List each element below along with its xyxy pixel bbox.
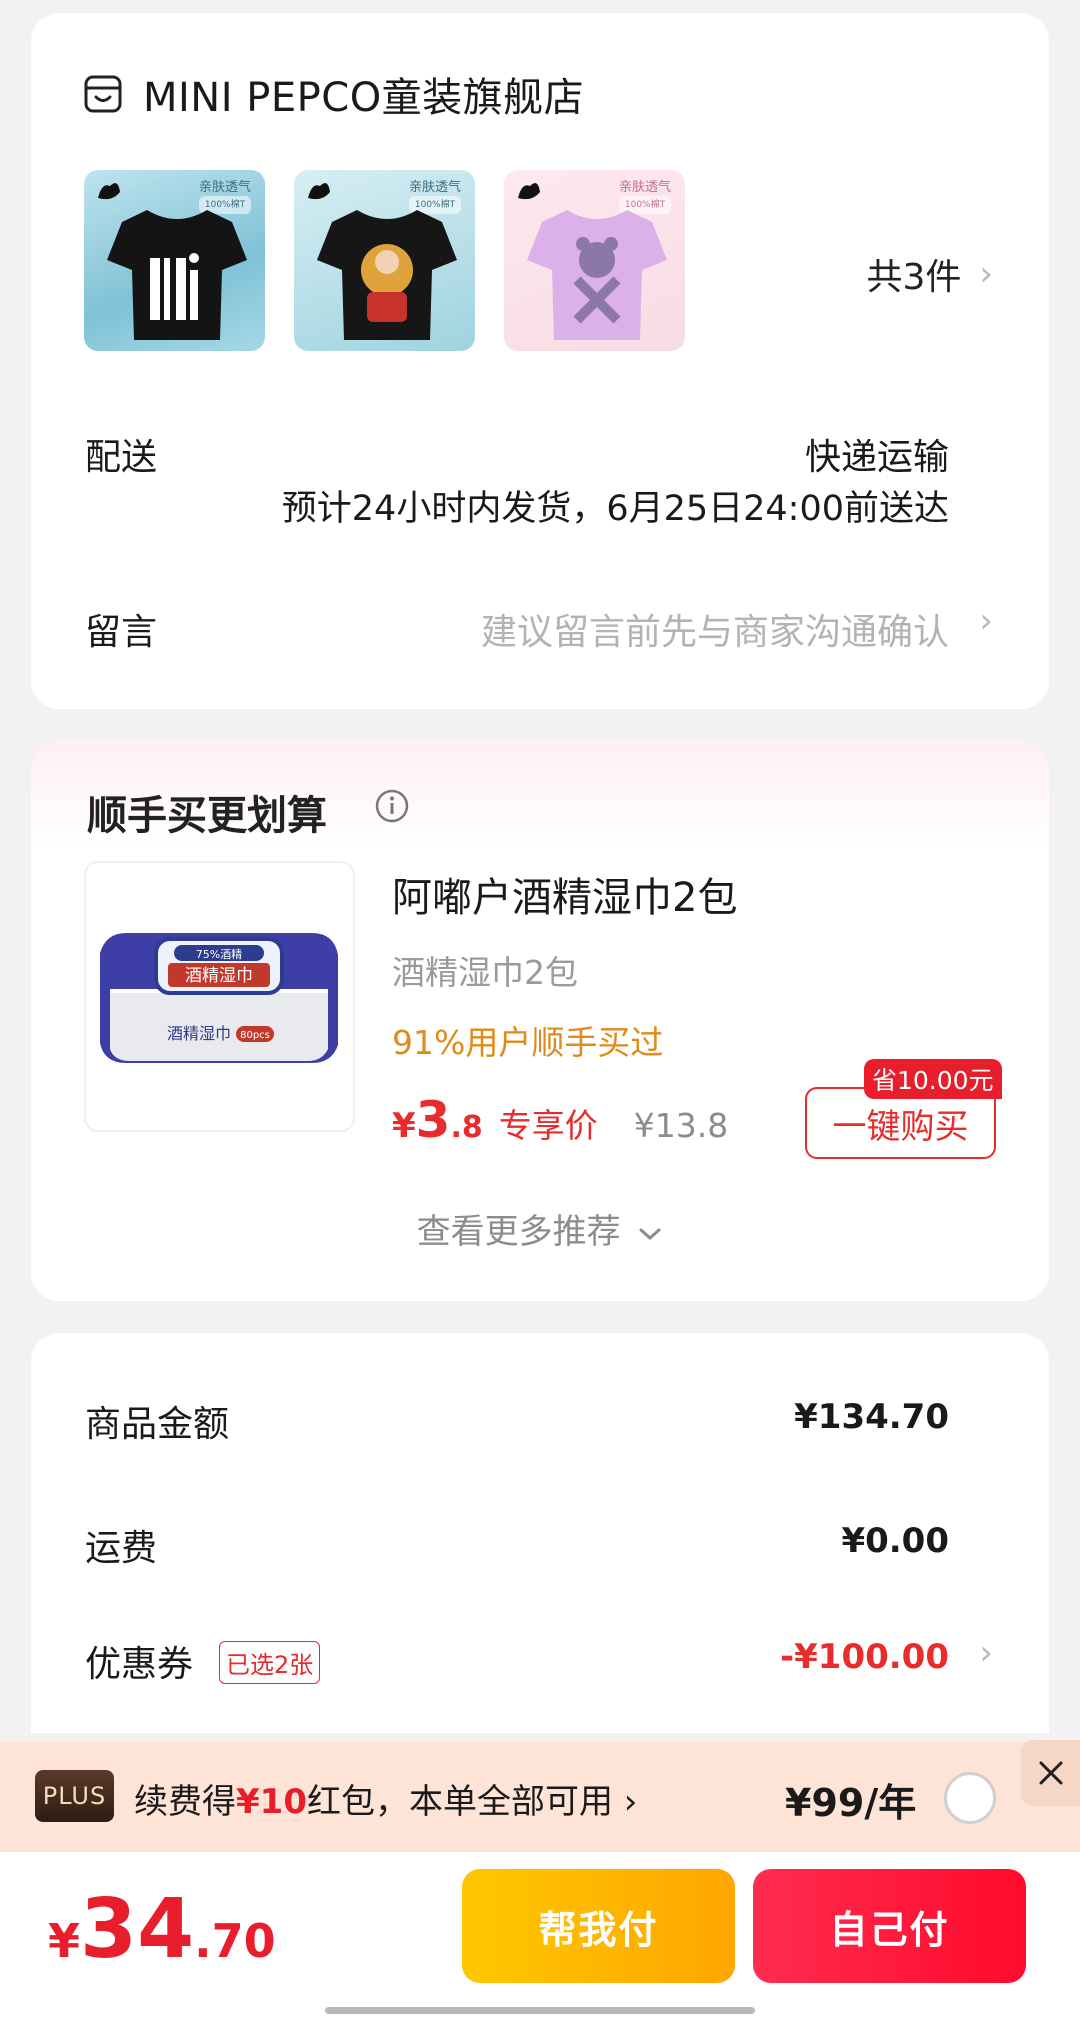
goods-amount-value: ¥134.70 (794, 1397, 949, 1437)
chevron-right-icon: › (979, 254, 993, 294)
store-name: MINI PEPCO童装旗舰店 (143, 75, 585, 121)
product-thumbnails[interactable]: 亲肤透气 100%棉T 亲肤透气 100%棉T 亲肤透气 100%棉T (84, 170, 714, 351)
product-thumb[interactable]: 亲肤透气 100%棉T (84, 170, 265, 351)
chevron-down-icon (639, 1228, 661, 1240)
product-price: ¥ 3 .8 专享价 ¥13.8 (392, 1091, 728, 1149)
product-image-top-text: 75%酒精 (196, 948, 242, 961)
store-header[interactable]: MINI PEPCO童装旗舰店 (83, 65, 584, 123)
item-count-link[interactable]: 共3件 › (866, 248, 993, 300)
tshirt-icon (527, 210, 667, 340)
product-thumb[interactable]: 亲肤透气 100%棉T (504, 170, 685, 351)
info-icon[interactable] (374, 788, 410, 824)
recommend-title: 顺手买更划算 (87, 793, 327, 839)
recommend-card: 顺手买更划算 75%酒精 酒精湿巾 酒精湿巾 80pcs 阿嘟户酒精湿巾2包 酒… (31, 741, 1049, 1301)
plus-price: ¥99/年 (785, 1781, 917, 1825)
price-label: 专享价 (498, 1106, 598, 1145)
plus-select-radio[interactable] (944, 1772, 996, 1824)
total-price: ¥ 34 .70 (48, 1882, 276, 1977)
see-more-recommendations[interactable]: 查看更多推荐 (31, 1204, 1049, 1253)
product-image-label: 酒精湿巾 (185, 966, 253, 986)
store-card: MINI PEPCO童装旗舰店 亲肤透气100%棉T 亲肤透气100%棉T (31, 13, 1049, 709)
help-me-pay-button[interactable]: 帮我付 (462, 1869, 735, 1983)
order-summary-card: 商品金额 ¥134.70 运费 ¥0.00 优惠券 已选2张 -¥100.00 … (31, 1333, 1049, 1733)
plus-membership-bar[interactable]: PLUS 续费得¥10红包，本单全部可用 › ¥99/年 (0, 1742, 1080, 1852)
product-spec: 酒精湿巾2包 (392, 953, 578, 992)
original-price: ¥13.8 (633, 1106, 729, 1145)
item-count: 共3件 (866, 257, 962, 298)
total-currency: ¥ (48, 1914, 81, 1968)
price-integer: 3 (415, 1091, 451, 1149)
message-label: 留言 (85, 612, 158, 653)
see-more-label: 查看更多推荐 (416, 1212, 621, 1252)
home-indicator[interactable] (325, 2007, 755, 2014)
checkout-bar: ¥ 34 .70 帮我付 自己付 (0, 1852, 1080, 2018)
chevron-right-icon: › (979, 1633, 993, 1673)
goods-amount-label: 商品金额 (85, 1404, 230, 1445)
close-icon (1039, 1761, 1062, 1785)
save-badge: 省10.00元 (864, 1059, 1002, 1099)
total-decimal: .70 (194, 1914, 276, 1968)
delivery-method: 快递运输 (804, 437, 949, 478)
price-currency: ¥ (392, 1106, 416, 1146)
product-image[interactable]: 75%酒精 酒精湿巾 酒精湿巾 80pcs (84, 861, 355, 1132)
plus-promo-text[interactable]: 续费得¥10红包，本单全部可用 › (134, 1774, 637, 1823)
product-name[interactable]: 阿嘟户酒精湿巾2包 (392, 865, 737, 923)
coupon-label: 优惠券 (85, 1644, 194, 1685)
product-image-badge: 80pcs (240, 1030, 270, 1041)
plus-badge: PLUS (35, 1770, 114, 1822)
product-image-label-2: 酒精湿巾 (167, 1024, 231, 1043)
price-decimal: .8 (450, 1110, 483, 1145)
tshirt-icon (107, 210, 247, 340)
shipping-fee-label: 运费 (85, 1528, 158, 1569)
self-pay-button[interactable]: 自己付 (753, 1869, 1026, 1983)
coupon-selected-badge: 已选2张 (219, 1641, 321, 1684)
store-icon (84, 75, 122, 113)
close-plus-bar-button[interactable] (1021, 1740, 1080, 1806)
delivery-eta: 预计24小时内发货，6月25日24:00前送达 (281, 489, 949, 529)
shipping-fee-value: ¥0.00 (841, 1521, 949, 1561)
coupon-value[interactable]: -¥100.00 (780, 1637, 949, 1677)
delivery-label: 配送 (85, 437, 158, 478)
tshirt-icon (317, 210, 457, 340)
chevron-right-icon: › (623, 1782, 638, 1822)
product-thumb[interactable]: 亲肤透气 100%棉T (294, 170, 475, 351)
chevron-right-icon: › (979, 601, 993, 641)
message-input[interactable]: 建议留言前先与商家沟通确认 (481, 603, 949, 655)
social-proof: 91%用户顺手买过 (392, 1023, 664, 1062)
total-integer: 34 (80, 1882, 195, 1977)
wet-wipes-image: 75%酒精 酒精湿巾 酒精湿巾 80pcs (100, 933, 338, 1063)
